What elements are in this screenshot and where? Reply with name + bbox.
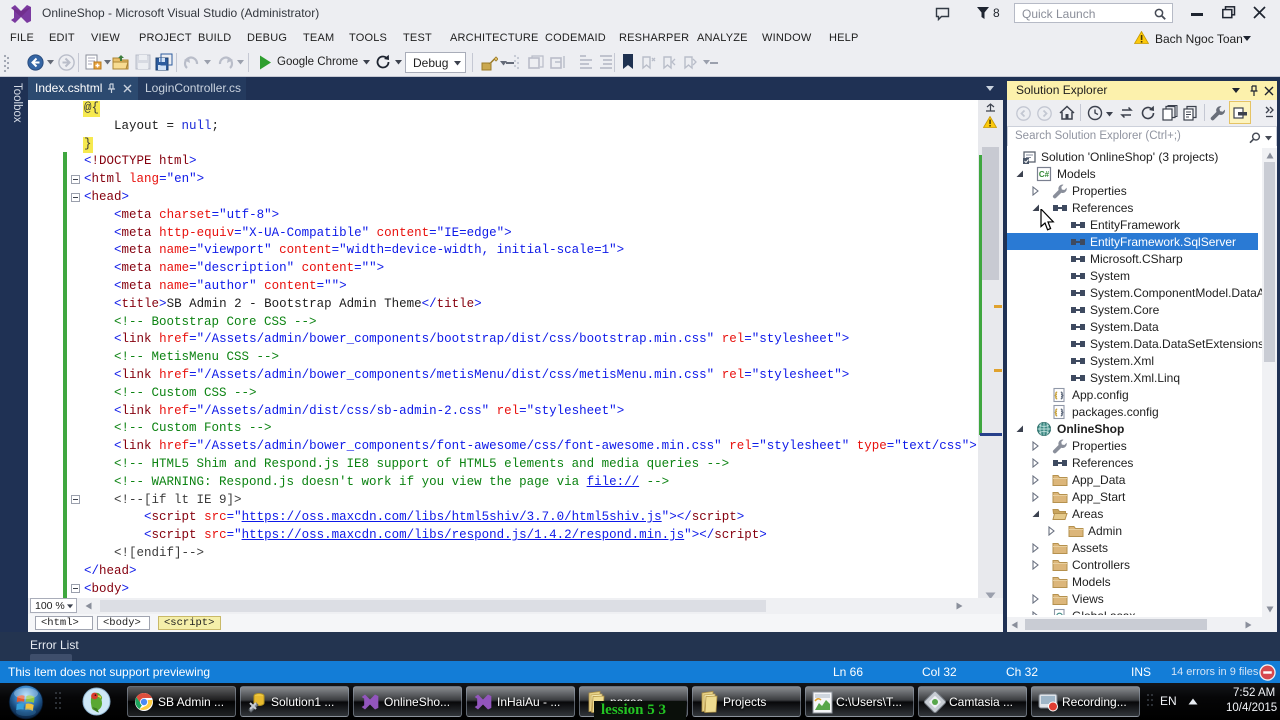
svg-text:C#: C#: [1039, 170, 1050, 179]
